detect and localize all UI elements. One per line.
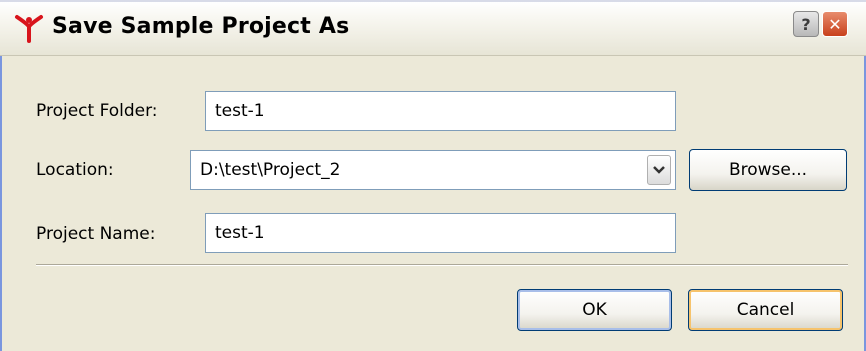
app-logo-icon [15, 15, 43, 43]
location-label: Location: [36, 160, 114, 180]
location-combobox[interactable]: D:\test\Project_2 [190, 150, 676, 190]
help-button[interactable]: ? [793, 11, 819, 37]
cancel-button[interactable]: Cancel [688, 289, 843, 331]
separator [36, 264, 848, 266]
project-folder-label: Project Folder: [36, 101, 158, 121]
location-value: D:\test\Project_2 [200, 160, 341, 180]
save-project-dialog: Save Sample Project As ? ✕ Project Folde… [0, 0, 866, 351]
project-folder-input[interactable]: test-1 [205, 91, 676, 131]
project-name-label: Project Name: [36, 224, 156, 244]
browse-button[interactable]: Browse... [689, 149, 847, 191]
dialog-title: Save Sample Project As [52, 14, 350, 39]
close-button[interactable]: ✕ [822, 11, 848, 37]
title-bar[interactable]: Save Sample Project As ? ✕ [0, 0, 866, 56]
project-name-input[interactable]: test-1 [205, 213, 676, 253]
ok-button[interactable]: OK [517, 289, 672, 331]
chevron-down-icon[interactable] [647, 155, 671, 185]
